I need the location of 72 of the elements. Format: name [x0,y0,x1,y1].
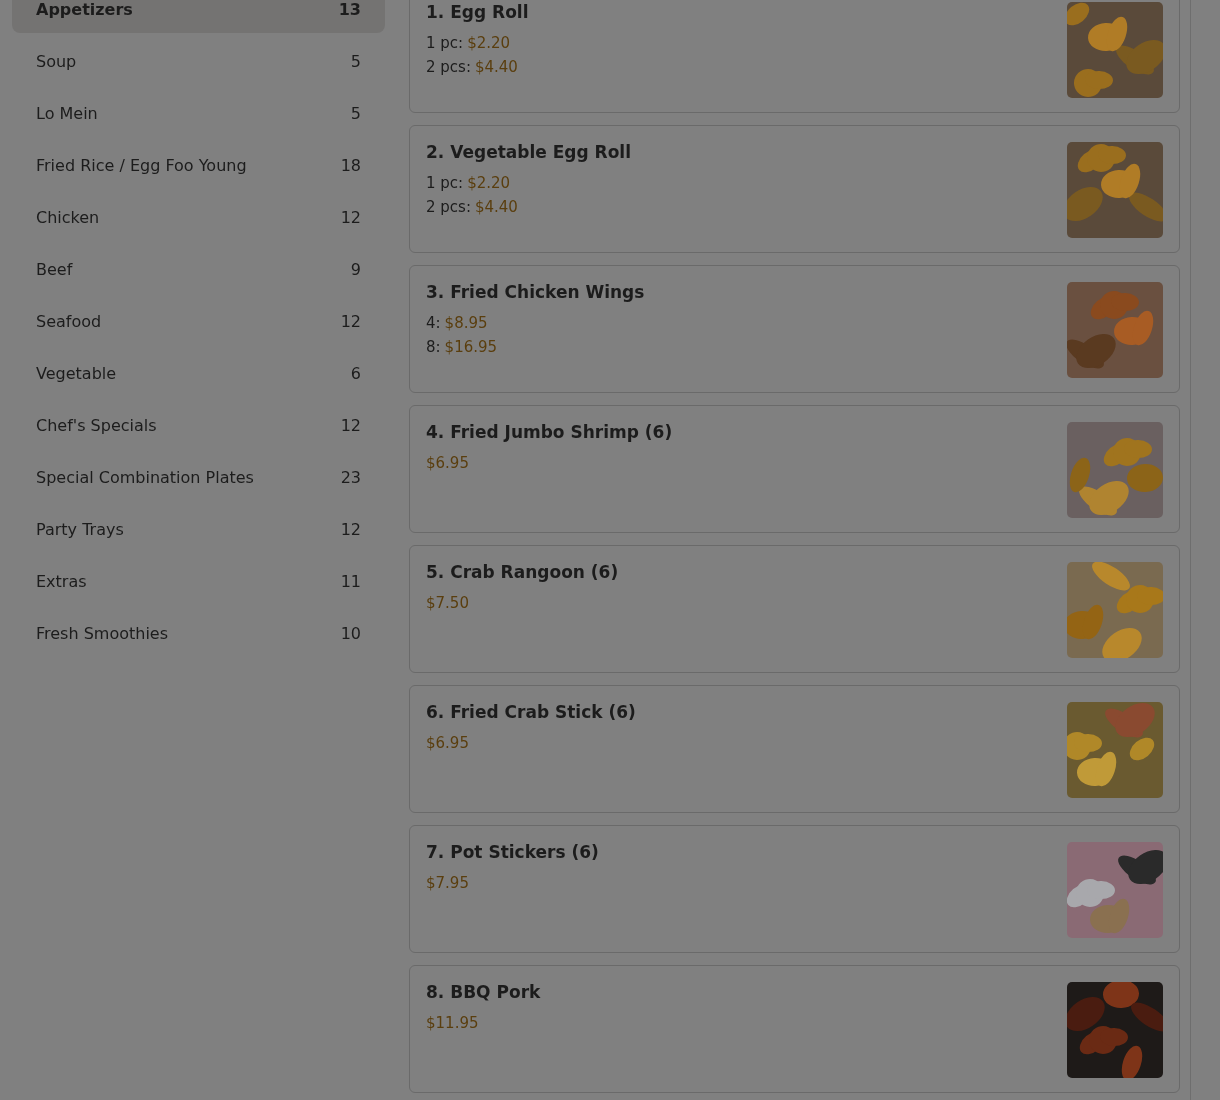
category-name: Lo Mein [36,103,98,123]
category-item[interactable]: Chicken 12 [12,193,385,241]
price-label: 4: [426,314,441,332]
category-count: 12 [340,415,361,435]
item-title: 1. Egg Roll [426,2,529,22]
category-item[interactable]: Lo Mein 5 [12,89,385,137]
category-item[interactable]: Fried Rice / Egg Foo Young 18 [12,141,385,189]
price-label: 2 pcs: [426,58,471,76]
category-item[interactable]: Fresh Smoothies 10 [12,609,385,657]
category-count: 12 [340,311,361,331]
category-count: 5 [350,51,361,71]
category-name: Fried Rice / Egg Foo Young [36,155,247,175]
item-title: 3. Fried Chicken Wings [426,282,645,302]
price: $8.95 [444,314,488,332]
item-title: 5. Crab Rangoon (6) [426,562,619,582]
category-item[interactable]: Party Trays 12 [12,505,385,553]
menu-item-card[interactable]: 8. BBQ Pork $11.95 [409,965,1180,1093]
price: $7.50 [426,594,469,612]
category-name: Special Combination Plates [36,467,254,487]
price: $4.40 [474,58,518,76]
category-count: 5 [350,103,361,123]
category-name: Vegetable [36,363,117,383]
category-count: 13 [338,0,361,19]
price-label: 2 pcs: [426,198,471,216]
category-item[interactable]: Vegetable 6 [12,349,385,397]
price: $7.95 [426,874,469,892]
item-title: 4. Fried Jumbo Shrimp (6) [426,422,673,442]
item-title: 6. Fried Crab Stick (6) [426,702,636,722]
category-item[interactable]: Extras 11 [12,557,385,605]
category-count: 12 [340,207,361,227]
category-name: Beef [36,259,73,279]
menu-item-card[interactable]: 6. Fried Crab Stick (6) $6.95 [409,685,1180,813]
category-name: Appetizers [36,0,133,19]
category-count: 11 [340,571,361,591]
item-title: 7. Pot Stickers (6) [426,842,599,862]
category-item[interactable]: Appetizers 13 [12,0,385,33]
category-count: 18 [340,155,361,175]
price: $6.95 [426,454,469,472]
category-count: 23 [340,467,361,487]
price: $2.20 [467,174,511,192]
category-name: Chef's Specials [36,415,157,435]
price: $2.20 [467,34,511,52]
menu-item-card[interactable]: 7. Pot Stickers (6) $7.95 [409,825,1180,953]
category-name: Extras [36,571,87,591]
price-label: 1 pc: [426,34,464,52]
category-name: Seafood [36,311,102,331]
menu-item-card[interactable]: 4. Fried Jumbo Shrimp (6) $6.95 [409,405,1180,533]
price: $6.95 [426,734,469,752]
price: $4.40 [474,198,518,216]
category-item[interactable]: Seafood 12 [12,297,385,345]
category-item[interactable]: Special Combination Plates 23 [12,453,385,501]
category-item[interactable]: Soup 5 [12,37,385,85]
price-label: 1 pc: [426,174,464,192]
category-count: 6 [350,363,361,383]
category-count: 9 [350,259,361,279]
menu-item-card[interactable]: 5. Crab Rangoon (6) $7.50 [409,545,1180,673]
item-title: 8. BBQ Pork [426,982,541,1002]
price: $16.95 [444,338,498,356]
menu-item-card[interactable]: 2. Vegetable Egg Roll 1 pc: $2.20 2 pcs: $4.40 [409,125,1180,253]
category-name: Party Trays [36,519,124,539]
price: $11.95 [426,1014,479,1032]
menu-item-card[interactable]: 1. Egg Roll 1 pc: $2.20 2 pcs: $4.40 [409,0,1180,113]
category-name: Soup [36,51,77,71]
item-title: 2. Vegetable Egg Roll [426,142,631,162]
category-name: Chicken [36,207,100,227]
category-count: 12 [340,519,361,539]
category-item[interactable]: Chef's Specials 12 [12,401,385,449]
category-name: Fresh Smoothies [36,623,169,643]
category-count: 10 [340,623,361,643]
price-label: 8: [426,338,441,356]
category-item[interactable]: Beef 9 [12,245,385,293]
menu-item-card[interactable]: 3. Fried Chicken Wings 4: $8.95 8: $16.95 [409,265,1180,393]
